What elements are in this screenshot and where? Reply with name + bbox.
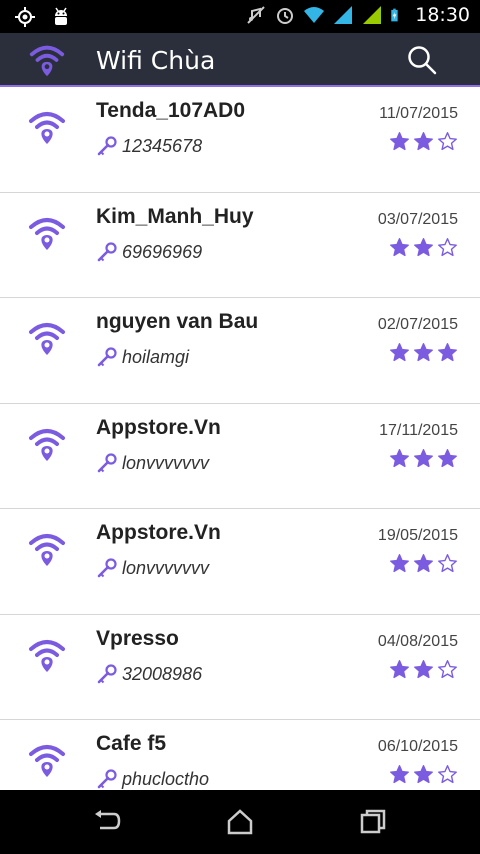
network-date: 06/10/2015 <box>377 738 458 755</box>
key-icon <box>97 663 117 683</box>
star-empty-icon <box>438 765 457 784</box>
network-date: 11/07/2015 <box>379 105 458 122</box>
network-date: 19/05/2015 <box>377 527 458 544</box>
home-icon[interactable] <box>225 808 255 836</box>
battery-icon <box>391 8 398 22</box>
network-row[interactable]: Tenda_107AD0 12345678 11/07/2015 <box>0 87 480 193</box>
key-icon <box>97 452 117 472</box>
star-filled-icon <box>414 659 433 678</box>
star-filled-icon <box>414 554 433 573</box>
key-icon <box>97 136 117 156</box>
key-icon <box>97 558 117 578</box>
network-row[interactable]: Appstore.Vn lonvvvvvvv 17/11/2015 <box>0 403 480 509</box>
network-date: 17/11/2015 <box>379 421 458 439</box>
star-filled-icon <box>414 765 433 784</box>
app-title: Wifi Chùa <box>96 46 216 75</box>
network-password: 12345678 <box>122 136 203 156</box>
network-row[interactable]: Appstore.Vn lonvvvvvvv 19/05/2015 <box>0 509 480 615</box>
star-filled-icon <box>414 132 433 151</box>
network-date: 03/07/2015 <box>377 210 458 228</box>
wifi-location-icon[interactable] <box>28 42 66 78</box>
wifi-icon <box>304 7 325 23</box>
network-password: lonvvvvvvv <box>122 558 210 578</box>
network-list: Tenda_107AD0 12345678 11/07/2015 Kim_Man… <box>0 87 480 790</box>
wifi-location-icon <box>29 639 65 672</box>
network-name: Cafe f5 <box>96 732 167 755</box>
network-password: 69696969 <box>122 241 203 262</box>
wifi-location-icon <box>29 534 65 566</box>
star-empty-icon <box>438 237 457 256</box>
navigation-bar <box>0 790 480 854</box>
alarm-icon <box>277 8 294 24</box>
gps-icon <box>15 7 35 27</box>
network-name: Vpresso <box>96 626 179 650</box>
signal-icon <box>363 6 382 24</box>
star-empty-icon <box>438 132 457 151</box>
star-filled-icon <box>390 659 409 678</box>
star-filled-icon <box>414 343 433 362</box>
wifi-location-icon <box>29 323 65 355</box>
signal-icon <box>334 6 353 24</box>
star-filled-icon <box>438 448 457 467</box>
search-icon[interactable] <box>406 44 438 76</box>
star-empty-icon <box>438 554 457 573</box>
star-empty-icon <box>438 659 457 678</box>
network-row[interactable]: nguyen van Bau hoilamgi 02/07/2015 <box>0 298 480 404</box>
network-name: Kim_Manh_Huy <box>96 204 254 228</box>
network-date: 04/08/2015 <box>377 632 458 650</box>
star-filled-icon <box>414 448 433 467</box>
rating-stars <box>389 237 458 258</box>
network-password: 32008986 <box>122 663 203 684</box>
status-bar: 18:30 <box>0 0 480 33</box>
star-filled-icon <box>438 343 457 362</box>
star-filled-icon <box>390 765 409 784</box>
network-name: nguyen van Bau <box>96 310 259 333</box>
key-icon <box>97 241 117 261</box>
key-icon <box>97 347 117 367</box>
network-date: 02/07/2015 <box>377 316 458 333</box>
android-debug-icon <box>55 7 67 25</box>
star-filled-icon <box>390 554 409 573</box>
network-name: Tenda_107AD0 <box>96 99 246 122</box>
star-filled-icon <box>390 237 409 256</box>
back-icon[interactable] <box>92 808 122 836</box>
network-password: hoilamgi <box>122 347 190 367</box>
network-name: Appstore.Vn <box>96 415 221 439</box>
rating-stars <box>389 553 458 574</box>
network-row[interactable]: Cafe f5 phucloctho 06/10/2015 <box>0 720 480 790</box>
network-name: Appstore.Vn <box>96 521 221 544</box>
recent-apps-icon[interactable] <box>358 808 388 836</box>
rating-stars <box>389 448 458 469</box>
key-icon <box>97 769 117 789</box>
star-filled-icon <box>390 448 409 467</box>
wifi-location-icon <box>29 745 65 777</box>
wifi-location-icon <box>29 217 65 250</box>
wifi-location-icon <box>29 428 65 461</box>
network-row[interactable]: Kim_Manh_Huy 69696969 03/07/2015 <box>0 192 480 298</box>
network-password: phucloctho <box>122 769 210 789</box>
network-row[interactable]: Vpresso 32008986 04/08/2015 <box>0 614 480 720</box>
rating-stars <box>389 342 458 363</box>
clock: 18:30 <box>415 4 470 26</box>
star-filled-icon <box>414 237 433 256</box>
rating-stars <box>389 131 458 152</box>
app-bar: Wifi Chùa <box>0 33 480 87</box>
rating-stars <box>389 764 458 785</box>
rating-stars <box>389 659 458 680</box>
star-filled-icon <box>390 132 409 151</box>
star-filled-icon <box>390 343 409 362</box>
network-password: lonvvvvvvv <box>122 452 210 473</box>
wifi-location-icon <box>29 112 65 144</box>
mute-icon <box>247 6 265 24</box>
